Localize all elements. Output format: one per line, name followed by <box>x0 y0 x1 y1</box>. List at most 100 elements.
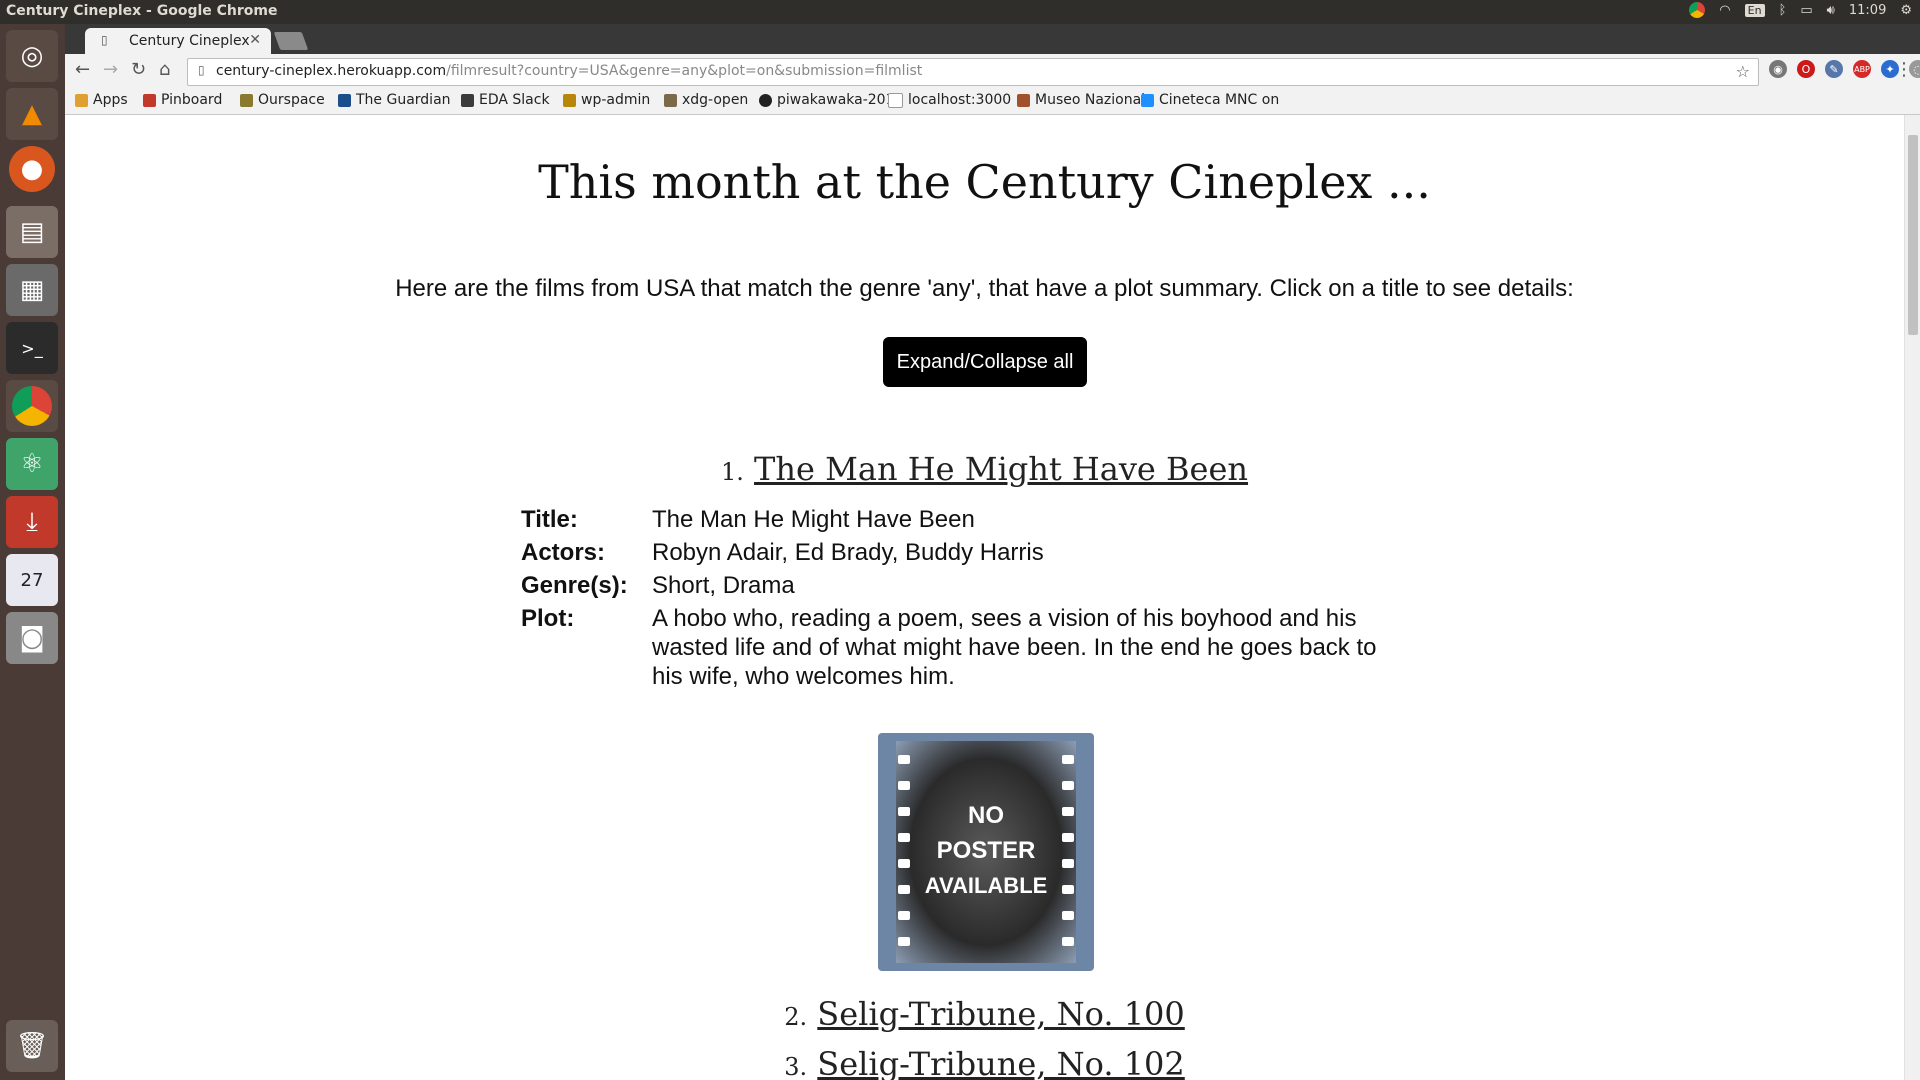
film-item-2: 2. Selig-Tribune, No. 100 <box>65 995 1904 1033</box>
film-title-link[interactable]: Selig-Tribune, No. 100 <box>817 995 1184 1033</box>
bookmark-cineteca[interactable]: Cineteca MNC on <box>1141 92 1279 108</box>
bookmark-piwakawaka[interactable]: piwakawaka-201 <box>759 92 895 108</box>
bookmarks-bar: Apps Pinboard Ourspace The Guardian EDA … <box>65 88 1920 115</box>
wordpress-icon <box>563 93 576 107</box>
bookmark-eda-slack[interactable]: EDA Slack <box>461 92 550 108</box>
forward-icon[interactable]: → <box>103 59 118 80</box>
detail-value: Short, Drama <box>652 572 795 599</box>
battery-icon[interactable]: ▭ <box>1800 3 1812 18</box>
back-icon[interactable]: ← <box>75 59 90 80</box>
chrome-tray-icon[interactable] <box>1689 2 1706 18</box>
ourspace-icon <box>240 93 253 107</box>
cineteca-icon <box>1141 93 1154 107</box>
detail-value: A hobo who, reading a poem, sees a visio… <box>652 605 1377 690</box>
bookmark-label: xdg-open <box>682 92 749 108</box>
page-content: This month at the Century Cineplex ... H… <box>65 115 1904 1080</box>
ubuntu-dash-icon[interactable]: ◎ <box>6 30 58 82</box>
bookmark-guardian[interactable]: The Guardian <box>338 92 451 108</box>
menu-icon[interactable]: ⋮ <box>1895 59 1913 80</box>
chrome-icon[interactable] <box>6 380 58 432</box>
eyedropper-icon[interactable]: ✎ <box>1825 60 1843 78</box>
poster-text-line-2: POSTER <box>937 837 1036 864</box>
film-number: 3. <box>784 1053 808 1080</box>
xdg-icon <box>664 93 677 107</box>
bookmark-apps[interactable]: Apps <box>75 92 128 108</box>
keyboard-layout[interactable]: En <box>1744 3 1765 17</box>
clock[interactable]: 11:09 <box>1849 3 1886 18</box>
bookmark-label: The Guardian <box>356 92 451 108</box>
bookmark-label: wp-admin <box>581 92 651 108</box>
url-path: /filmresult?country=USA&genre=any&plot=o… <box>446 63 923 79</box>
url-text: century-cineplex.herokuapp.com/filmresul… <box>216 63 922 79</box>
bookmark-label: EDA Slack <box>479 92 550 108</box>
browser-chrome: ▯ Century Cineplex ✕ ← → ↻ ⌂ ▯ century-c… <box>65 24 1920 115</box>
bookmark-label: Cineteca MNC on <box>1159 92 1280 108</box>
film-number: 1. <box>720 458 744 486</box>
bookmark-ourspace[interactable]: Ourspace <box>240 92 325 108</box>
bookmark-museo[interactable]: Museo Nazionale <box>1017 92 1154 108</box>
extension-circle-icon[interactable]: ◉ <box>1769 60 1787 78</box>
calculator-icon[interactable]: ▦ <box>6 264 58 316</box>
vlc-icon[interactable]: ▲ <box>6 88 58 140</box>
scrollbar-thumb[interactable] <box>1908 135 1918 335</box>
wifi-icon[interactable]: ◠ <box>1719 3 1730 18</box>
poster-text-line-3: AVAILABLE <box>925 873 1048 898</box>
bluetooth-icon[interactable]: ᛒ <box>1779 3 1787 18</box>
trash-icon[interactable]: 🗑︎ <box>6 1020 58 1072</box>
address-bar[interactable]: ▯ century-cineplex.herokuapp.com/filmres… <box>187 58 1759 86</box>
bookmark-label: Pinboard <box>161 92 223 108</box>
page-info-icon[interactable]: ▯ <box>198 63 205 77</box>
bookmark-label: localhost:3000 <box>908 92 1012 108</box>
bookmark-label: Ourspace <box>258 92 325 108</box>
adblock-icon[interactable]: ABP <box>1853 60 1871 78</box>
bookmark-xdg-open[interactable]: xdg-open <box>664 92 748 108</box>
close-tab-icon[interactable]: ✕ <box>249 32 261 48</box>
detail-value: The Man He Might Have Been <box>652 506 975 533</box>
pinboard-icon <box>143 93 156 107</box>
guardian-icon <box>338 93 351 107</box>
film-item-1: 1. The Man He Might Have Been <box>65 450 1904 488</box>
camera-icon[interactable]: ◙ <box>6 612 58 664</box>
film-details: Title: The Man He Might Have Been Actors… <box>521 505 1481 695</box>
files-icon[interactable]: ▤ <box>6 206 58 258</box>
bookmark-star-icon[interactable]: ☆ <box>1736 62 1750 81</box>
detail-row-title: Title: The Man He Might Have Been <box>521 505 1481 534</box>
expand-collapse-button[interactable]: Expand/Collapse all <box>883 337 1087 387</box>
film-title-link[interactable]: The Man He Might Have Been <box>754 450 1248 488</box>
firefox-icon[interactable]: ● <box>9 146 55 192</box>
intro-text: Here are the films from USA that match t… <box>395 275 1574 302</box>
bookmark-localhost[interactable]: localhost:3000 <box>888 92 1011 108</box>
new-tab-button[interactable] <box>273 32 309 50</box>
detail-row-plot: Plot: A hobo who, reading a poem, sees a… <box>521 604 1481 691</box>
tab-century-cineplex[interactable]: ▯ Century Cineplex ✕ <box>85 28 271 54</box>
opera-icon[interactable]: O <box>1797 60 1815 78</box>
page-scrollbar[interactable] <box>1904 115 1920 1080</box>
calendar-icon[interactable]: 27 <box>6 554 58 606</box>
installer-icon[interactable]: ⤓ <box>6 496 58 548</box>
bookmark-pinboard[interactable]: Pinboard <box>143 92 222 108</box>
detail-value: Robyn Adair, Ed Brady, Buddy Harris <box>652 539 1044 566</box>
page-icon <box>888 92 903 108</box>
terminal-icon[interactable]: >_ <box>6 322 58 374</box>
detail-label: Actors: <box>521 539 606 566</box>
slack-icon <box>461 93 474 107</box>
system-tray: ◠ En ᛒ ▭ 🔊︎ 11:09 ⚙ <box>1689 2 1912 18</box>
atom-icon[interactable]: ⚛ <box>6 438 58 490</box>
tab-strip: ▯ Century Cineplex ✕ <box>65 24 1920 54</box>
reload-icon[interactable]: ↻ <box>131 59 146 80</box>
tab-label: Century Cineplex <box>129 33 250 49</box>
detail-row-genre: Genre(s): Short, Drama <box>521 571 1481 600</box>
bookmark-wp-admin[interactable]: wp-admin <box>563 92 650 108</box>
film-item-3: 3. Selig-Tribune, No. 102 <box>65 1045 1904 1080</box>
launcher: ◎ ▲ ● ▤ ▦ >_ ⚛ ⤓ 27 ◙ 🗑︎ <box>0 24 66 1080</box>
detail-label: Title: <box>521 506 578 533</box>
settings-gear-icon[interactable]: ⚙ <box>1900 3 1912 18</box>
bookmark-label: piwakawaka-201 <box>777 92 895 108</box>
bookmark-label: Apps <box>93 92 128 108</box>
home-icon[interactable]: ⌂ <box>159 59 170 80</box>
window-title: Century Cineplex - Google Chrome <box>6 3 278 19</box>
volume-icon[interactable]: 🔊︎ <box>1827 3 1835 18</box>
page-icon: ▯ <box>101 33 108 47</box>
detail-label: Plot: <box>521 605 575 632</box>
film-title-link[interactable]: Selig-Tribune, No. 102 <box>817 1045 1184 1080</box>
